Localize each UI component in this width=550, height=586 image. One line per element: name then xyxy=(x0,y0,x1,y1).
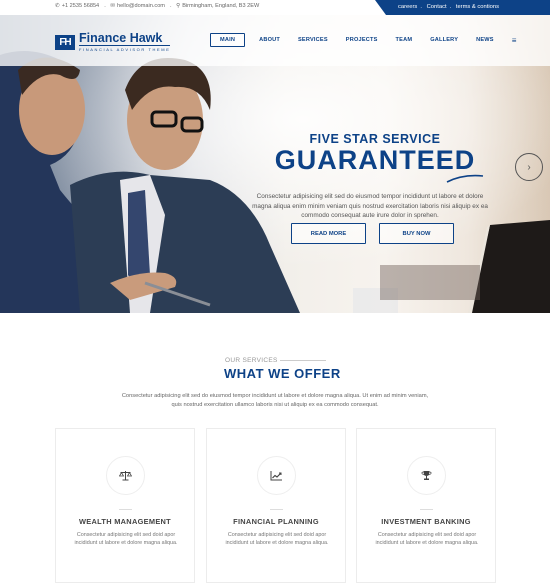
icon-circle xyxy=(407,456,446,495)
service-card-financial-planning[interactable]: FINANCIAL PLANNING Consectetur adipisici… xyxy=(206,428,346,583)
menu-icon[interactable]: ≡ xyxy=(512,36,517,45)
email-icon: ✉ xyxy=(110,3,115,9)
card-title: WEALTH MANAGEMENT xyxy=(79,517,171,526)
divider xyxy=(420,509,433,510)
nav-gallery[interactable]: GALLERY xyxy=(430,37,458,43)
phone-icon: ✆ xyxy=(55,3,60,9)
swoosh-decoration xyxy=(446,174,484,183)
hero-kicker: FIVE STAR SERVICE xyxy=(309,132,441,146)
card-title: FINANCIAL PLANNING xyxy=(233,517,319,526)
logo[interactable]: FH Finance Hawk FINANCIAL ADVISOR THEME xyxy=(55,32,171,52)
hero-description: Consectetur adipisicing elit sed do eius… xyxy=(252,193,488,219)
nav-about[interactable]: ABOUT xyxy=(259,37,280,43)
kicker-divider xyxy=(280,360,326,361)
section-title: WHAT WE OFFER xyxy=(224,366,341,381)
card-title: INVESTMENT BANKING xyxy=(381,517,471,526)
phone-number[interactable]: +1 2535 56854 xyxy=(62,3,100,9)
icon-circle xyxy=(257,456,296,495)
chevron-right-icon: › xyxy=(527,161,531,173)
brand-tagline: FINANCIAL ADVISOR THEME xyxy=(79,47,171,52)
service-card-wealth-management[interactable]: WEALTH MANAGEMENT Consectetur adipisicin… xyxy=(55,428,195,583)
nav-services[interactable]: SERVICES xyxy=(298,37,328,43)
nav-projects[interactable]: PROJECTS xyxy=(346,37,378,43)
top-bar: ✆ +1 2535 56854. ✉ hello@domain.com. ⚲ Birm… xyxy=(0,0,550,15)
contact-link[interactable]: Contact xyxy=(427,4,447,10)
card-description: Consectetur adipisicing elit sed doid ap… xyxy=(225,532,329,546)
top-links-bar: careers. Contact. terms & contions xyxy=(375,0,550,15)
buy-now-button[interactable]: BUY NOW xyxy=(379,223,454,244)
nav-news[interactable]: NEWS xyxy=(476,37,494,43)
section-kicker: OUR SERVICES xyxy=(225,357,278,364)
contact-info: ✆ +1 2535 56854. ✉ hello@domain.com. ⚲ Birm… xyxy=(55,3,260,9)
chart-icon xyxy=(270,471,282,481)
careers-link[interactable]: careers xyxy=(398,4,417,10)
divider xyxy=(270,509,283,510)
scale-icon xyxy=(119,471,132,481)
card-description: Consectetur adipisicing elit sed doid ap… xyxy=(375,532,479,546)
service-card-investment-banking[interactable]: INVESTMENT BANKING Consectetur adipisici… xyxy=(356,428,496,583)
logo-mark: FH xyxy=(55,34,75,50)
location-icon: ⚲ xyxy=(176,3,181,9)
icon-circle xyxy=(106,456,145,495)
email-address[interactable]: hello@domain.com xyxy=(117,3,165,9)
hero-slider: FH Finance Hawk FINANCIAL ADVISOR THEME … xyxy=(0,15,550,313)
divider xyxy=(119,509,132,510)
read-more-button[interactable]: READ MORE xyxy=(291,223,366,244)
hero-title: GUARANTEED xyxy=(274,145,476,175)
terms-link[interactable]: terms & contions xyxy=(456,4,499,10)
nav-team[interactable]: TEAM xyxy=(396,37,413,43)
slider-next-button[interactable]: › xyxy=(515,153,543,181)
nav-main[interactable]: MAIN xyxy=(210,33,246,47)
hero-heading: FIVE STAR SERVICE GUARANTEED xyxy=(250,132,500,183)
section-description: Consectetur adipisicing elit sed do eius… xyxy=(121,393,429,408)
main-nav: MAIN ABOUT SERVICES PROJECTS TEAM GALLER… xyxy=(210,33,516,47)
card-description: Consectetur adipisicing elit sed doid ap… xyxy=(74,532,178,546)
address: Birmingham, England, B3 2EW xyxy=(182,3,260,9)
trophy-icon xyxy=(421,471,432,480)
brand-name: Finance Hawk xyxy=(79,32,171,46)
